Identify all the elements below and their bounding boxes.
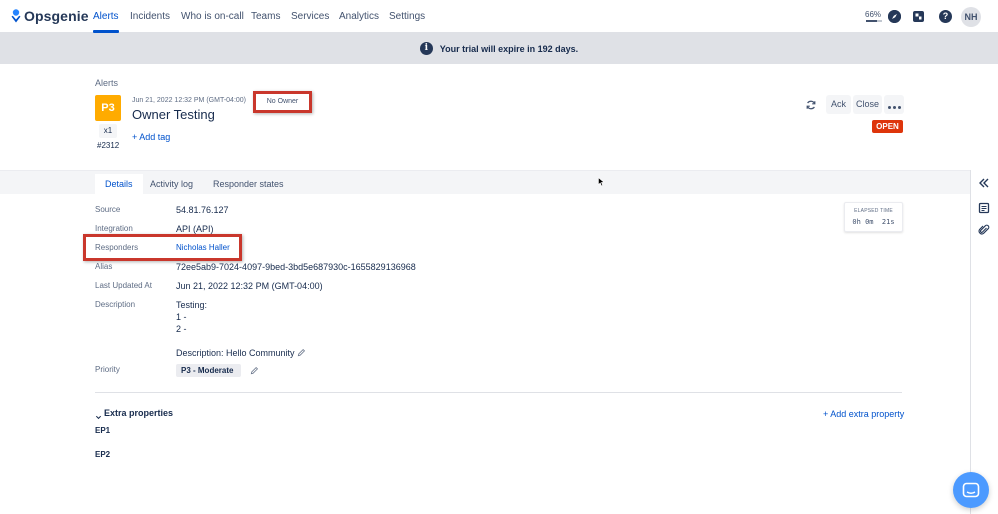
owner-highlight: No Owner	[253, 91, 312, 113]
more-actions-button[interactable]	[884, 95, 904, 114]
chevron-down-icon[interactable]	[95, 410, 102, 424]
add-extra-property-link[interactable]: + Add extra property	[823, 409, 904, 419]
avatar[interactable]: NH	[961, 7, 981, 27]
progress-bar	[866, 20, 882, 22]
responder-link[interactable]: Nicholas Haller	[176, 243, 230, 252]
chat-icon	[962, 482, 980, 498]
breadcrumb[interactable]: Alerts	[95, 78, 118, 88]
nav-teams[interactable]: Teams	[251, 0, 280, 33]
nav-analytics[interactable]: Analytics	[339, 0, 379, 33]
updated-value: Jun 21, 2022 12:32 PM (GMT-04:00)	[176, 281, 323, 291]
nav-settings[interactable]: Settings	[389, 0, 425, 33]
elapsed-value: 0h 0m 21s	[852, 218, 895, 226]
logo[interactable]: Opsgenie	[11, 8, 89, 24]
apps-icon[interactable]	[912, 10, 925, 23]
close-button[interactable]: Close	[853, 95, 882, 114]
nav-who-is-on-call[interactable]: Who is on-call	[181, 0, 244, 33]
help-icon[interactable]: ?	[939, 10, 952, 23]
tab-activity-log[interactable]: Activity log	[140, 174, 203, 194]
extra-property: EP1	[95, 426, 111, 435]
notes-icon[interactable]	[978, 202, 990, 214]
edit-description-icon[interactable]	[297, 348, 306, 359]
nav-alerts[interactable]: Alerts	[93, 0, 119, 33]
tab-details[interactable]: Details	[95, 174, 143, 194]
alert-tiny-id: #2312	[97, 141, 120, 150]
tab-responder-states[interactable]: Responder states	[203, 174, 294, 194]
edit-priority-icon[interactable]	[250, 366, 259, 377]
extra-properties-heading[interactable]: Extra properties	[104, 408, 173, 418]
alias-value: 72ee5ab9-7024-4097-9bed-3bd5e687930c-165…	[176, 262, 416, 272]
integration-label: Integration	[95, 224, 133, 233]
priority-badge: P3	[95, 95, 121, 121]
divider	[95, 392, 902, 393]
source-label: Source	[95, 205, 121, 214]
updated-label: Last Updated At	[95, 281, 152, 290]
alias-label: Alias	[95, 262, 113, 271]
priority-label: Priority	[95, 365, 120, 374]
description-line: 1 -	[176, 312, 187, 322]
description-extra: Description: Hello Community	[176, 348, 295, 358]
attachment-icon[interactable]	[978, 224, 990, 236]
status-badge: OPEN	[872, 120, 903, 133]
progress-fill	[866, 20, 877, 22]
refresh-icon[interactable]	[804, 99, 817, 112]
page-title: Owner Testing	[132, 107, 215, 122]
description-line: Testing:	[176, 300, 208, 310]
alert-count: x1	[99, 124, 117, 138]
nav-incidents[interactable]: Incidents	[130, 0, 170, 33]
right-sidebar	[970, 170, 998, 514]
elapsed-title: ELAPSED TIME	[854, 208, 893, 214]
chat-button[interactable]	[953, 472, 989, 508]
collapse-icon[interactable]	[978, 177, 990, 189]
elapsed-time-card: ELAPSED TIME 0h 0m 21s	[844, 202, 903, 232]
info-icon: i	[419, 42, 433, 55]
nav-services[interactable]: Services	[291, 0, 329, 33]
integration-value: API (API)	[176, 224, 214, 234]
logo-text: Opsgenie	[24, 8, 89, 24]
opsgenie-logo-icon	[11, 9, 21, 23]
add-tag-link[interactable]: + Add tag	[132, 132, 170, 142]
responders-label: Responders	[95, 243, 139, 252]
description-label: Description	[95, 300, 136, 309]
ack-button[interactable]: Ack	[826, 95, 851, 114]
trial-text: Your trial will expire in 192 days.	[439, 43, 579, 54]
trial-banner: i Your trial will expire in 192 days.	[0, 33, 998, 64]
priority-value: P3 - Moderate	[176, 364, 241, 377]
progress-label[interactable]: 66%	[865, 10, 881, 19]
extra-property: EP2	[95, 450, 111, 459]
mouse-cursor-icon	[598, 176, 605, 190]
source-value: 54.81.76.127	[176, 205, 229, 215]
compass-icon[interactable]	[888, 10, 901, 23]
more-icon	[887, 98, 902, 112]
description-line: 2 -	[176, 324, 187, 334]
alert-date: Jun 21, 2022 12:32 PM (GMT-04:00)	[132, 97, 247, 104]
owner-button[interactable]: No Owner	[259, 96, 306, 108]
